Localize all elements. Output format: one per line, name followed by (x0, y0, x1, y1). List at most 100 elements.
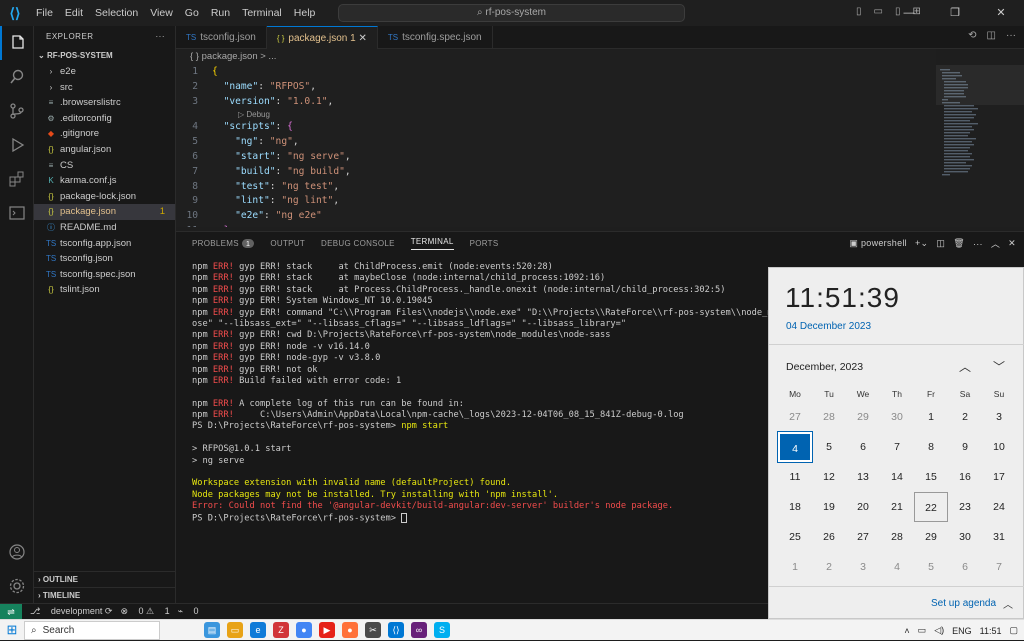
set-up-agenda-link[interactable]: Set up agenda (931, 598, 996, 609)
filezilla-icon[interactable]: Z (273, 622, 289, 638)
menu-item-file[interactable]: File (30, 7, 59, 19)
calendar-day[interactable]: 29 (914, 522, 948, 552)
youtube-icon[interactable]: ▶ (319, 622, 335, 638)
calendar-day[interactable]: 17 (982, 462, 1016, 492)
calendar-day[interactable]: 20 (846, 492, 880, 522)
timeline-section[interactable]: › TIMELINE (34, 587, 176, 603)
calendar-day[interactable]: 27 (778, 402, 812, 432)
firefox-icon[interactable]: ● (342, 622, 358, 638)
next-month-icon[interactable]: ﹀ (993, 358, 1005, 375)
file-item-karma-conf-js[interactable]: Kkarma.conf.js (34, 173, 175, 189)
editor-tab[interactable]: TS tsconfig.spec.json (378, 26, 493, 49)
outline-section[interactable]: › OUTLINE (34, 571, 176, 587)
file-item-tsconfig-spec-json[interactable]: TS tsconfig.spec.json (34, 267, 175, 283)
menu-item-help[interactable]: Help (288, 7, 322, 19)
toggle-panel-icon[interactable]: ▭ (874, 6, 883, 17)
terminal-shell-selector[interactable]: ▣ powershell (849, 238, 907, 249)
ports-status[interactable]: ⌁ 0 (178, 606, 199, 617)
file-item-angular-json[interactable]: {} angular.json (34, 142, 175, 158)
menu-item-edit[interactable]: Edit (59, 7, 89, 19)
calendar-day[interactable]: 1 (778, 552, 812, 582)
command-center[interactable]: ⌕ rf-pos-system (338, 4, 685, 22)
calendar-day[interactable]: 23 (948, 492, 982, 522)
file-item--editorconfig[interactable]: ⚙ .editorconfig (34, 111, 175, 127)
kill-terminal-icon[interactable]: 🗑 (953, 238, 965, 249)
split-editor-icon[interactable]: ◫ (987, 30, 996, 41)
file-item-e2e[interactable]: › e2e (34, 64, 175, 80)
menu-item-view[interactable]: View (144, 7, 179, 19)
calendar-day[interactable]: 31 (982, 522, 1016, 552)
calendar-day[interactable]: 21 (880, 492, 914, 522)
calendar-day[interactable]: 6 (948, 552, 982, 582)
problems-status[interactable]: ⊗ 0 ⚠ 1 (120, 606, 169, 617)
minimap[interactable] (936, 65, 1024, 227)
split-terminal-icon[interactable]: ◫ (936, 238, 945, 249)
calendar-day[interactable]: 8 (914, 432, 948, 462)
calendar-day-today[interactable]: 4 (777, 431, 813, 463)
more-actions-icon[interactable]: ··· (973, 239, 983, 249)
file-item-tsconfig-app-json[interactable]: TS tsconfig.app.json (34, 236, 175, 252)
file-item-readme-md[interactable]: ⓘ README.md (34, 220, 175, 236)
menu-item-selection[interactable]: Selection (89, 7, 144, 19)
panel-tab-problems[interactable]: PROBLEMS 1 (192, 238, 255, 248)
calendar-day[interactable]: 5 (812, 432, 846, 462)
windows-start-icon[interactable]: ⊞ (0, 622, 24, 638)
calendar-day[interactable]: 28 (812, 402, 846, 432)
file-item--gitignore[interactable]: ◆ .gitignore (34, 126, 175, 142)
calendar-day[interactable]: 18 (778, 492, 812, 522)
edge-icon[interactable]: e (250, 622, 266, 638)
file-item-tsconfig-json[interactable]: TS tsconfig.json (34, 251, 175, 267)
network-icon[interactable]: ▭ (918, 625, 927, 636)
calendar-day[interactable]: 7 (880, 432, 914, 462)
calendar-day[interactable]: 1 (914, 402, 948, 432)
timeline-history-icon[interactable]: ⟲ (968, 30, 976, 41)
new-terminal-icon[interactable]: +⌄ (915, 238, 928, 249)
snipping-tool-icon[interactable]: ✂ (365, 622, 381, 638)
more-actions-icon[interactable]: ··· (156, 26, 166, 48)
calendar-day[interactable]: 5 (914, 552, 948, 582)
calendar-day[interactable]: 14 (880, 462, 914, 492)
calendar-day[interactable]: 26 (812, 522, 846, 552)
volume-icon[interactable]: ◁) (934, 625, 944, 636)
file-item-tslint-json[interactable]: {} tslint.json (34, 282, 175, 298)
more-editor-actions-icon[interactable]: ··· (1006, 30, 1016, 41)
calendar-day[interactable]: 25 (778, 522, 812, 552)
source-control-icon[interactable] (0, 94, 34, 128)
vscode-taskbar-icon[interactable]: ⟨⟩ (388, 622, 404, 638)
close-tab-icon[interactable]: ✕ (356, 33, 366, 44)
debug-codelens[interactable]: ▷ Debug (176, 109, 936, 120)
file-item-package-lock-json[interactable]: {} package-lock.json (34, 189, 175, 205)
task-view-icon[interactable]: ▤ (204, 622, 220, 638)
panel-tab-output[interactable]: OUTPUT (270, 239, 305, 248)
chrome-icon[interactable]: ● (296, 622, 312, 638)
calendar-day[interactable]: 3 (982, 402, 1016, 432)
search-icon[interactable] (0, 60, 34, 94)
calendar-day[interactable]: 30 (948, 522, 982, 552)
minimize-icon[interactable]: — (886, 0, 932, 26)
calendar-day[interactable]: 7 (982, 552, 1016, 582)
calendar-day[interactable]: 2 (812, 552, 846, 582)
run-debug-icon[interactable] (0, 128, 34, 162)
calendar-day[interactable]: 27 (846, 522, 880, 552)
branch-status[interactable]: ⎇ development ⟳ (30, 606, 112, 617)
notifications-icon[interactable]: ▢ (1009, 625, 1018, 636)
previous-month-icon[interactable]: ︿ (959, 358, 971, 375)
panel-tab-terminal[interactable]: TERMINAL (410, 237, 454, 250)
calendar-day[interactable]: 15 (914, 462, 948, 492)
menu-item-terminal[interactable]: Terminal (236, 7, 288, 19)
language-indicator[interactable]: ENG (952, 626, 972, 636)
maximize-panel-icon[interactable]: ︿ (991, 237, 1000, 250)
calendar-day[interactable]: 3 (846, 552, 880, 582)
account-icon[interactable] (0, 535, 34, 569)
taskbar-search[interactable]: ⌕ Search (24, 620, 160, 640)
taskbar-clock[interactable]: 11:51 (980, 626, 1002, 636)
calendar-day[interactable]: 11 (778, 462, 812, 492)
breadcrumb[interactable]: { } package.json > ... (176, 49, 936, 65)
calendar-day[interactable]: 10 (982, 432, 1016, 462)
manage-gear-icon[interactable] (0, 569, 34, 603)
remote-explorer-icon[interactable] (0, 196, 34, 230)
editor-tab[interactable]: { } package.json 1 ✕ (266, 26, 378, 49)
file-item-package-json[interactable]: {} package.json 1 (34, 204, 175, 220)
calendar-day[interactable]: 16 (948, 462, 982, 492)
editor-tab[interactable]: TS tsconfig.json (176, 26, 267, 49)
